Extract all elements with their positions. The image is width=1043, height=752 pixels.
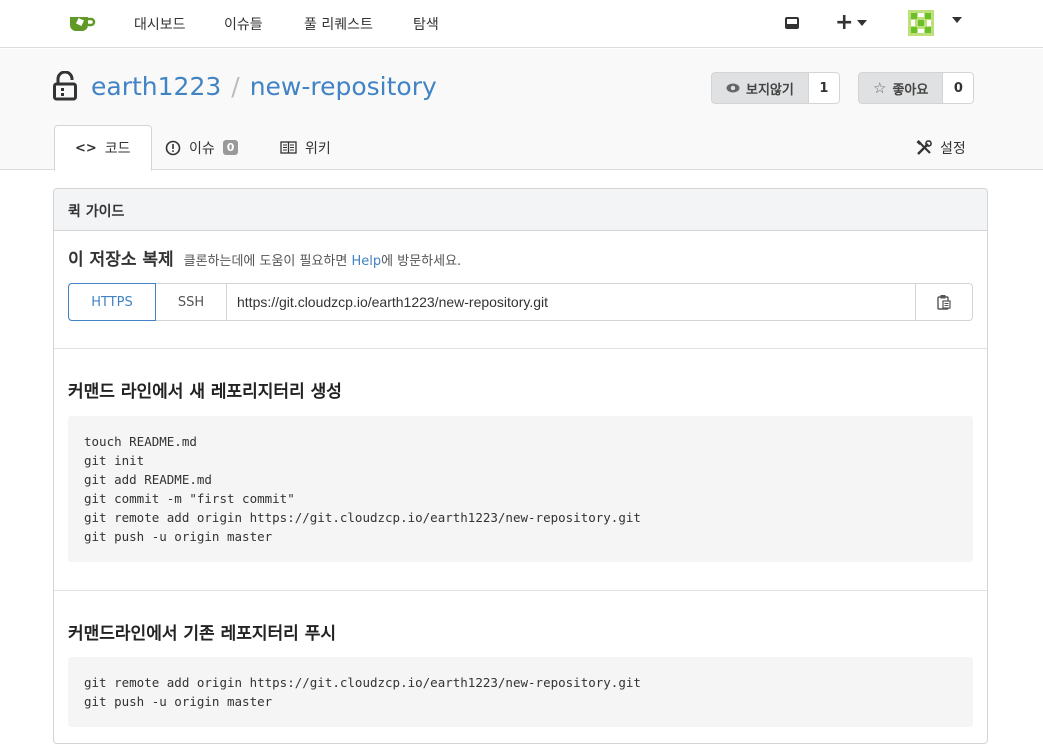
- issues-count-badge: 0: [222, 140, 239, 155]
- path-separator: /: [231, 72, 240, 101]
- nav-issues[interactable]: 이슈들: [224, 14, 263, 34]
- star-label: 좋아요: [892, 82, 929, 98]
- new-repo-title: 커맨드 라인에서 새 레포리지터리 생성: [68, 382, 342, 402]
- clone-section: 이 저장소 복제 클론하는데에 도움이 필요하면 Help에 방문하세요. HT…: [54, 231, 987, 349]
- create-new-menu[interactable]: +: [835, 10, 868, 35]
- tab-issues-label: 이슈: [189, 140, 215, 157]
- clone-url-bar: HTTPS SSH https://git.cloudzcp.io/earth1…: [68, 283, 973, 321]
- ssh-button[interactable]: SSH: [156, 284, 227, 320]
- nav-pull-requests[interactable]: 풀 리퀘스트: [304, 14, 373, 34]
- repo-name-link[interactable]: new-repository: [250, 72, 437, 101]
- top-navbar: 대시보드 이슈들 풀 리퀘스트 탐색 +: [0, 0, 1043, 48]
- unwatch-label: 보지않기: [746, 82, 794, 98]
- unwatch-button-group: 보지않기 1: [711, 72, 840, 104]
- nav-dashboard[interactable]: 대시보드: [134, 14, 186, 34]
- plus-icon: +: [835, 10, 854, 35]
- book-icon: [280, 141, 297, 154]
- tab-code[interactable]: <> 코드: [54, 125, 152, 171]
- star-icon: ☆: [873, 79, 887, 97]
- copy-url-button[interactable]: [915, 284, 972, 320]
- stars-count[interactable]: 0: [942, 72, 975, 104]
- nav-explore[interactable]: 탐색: [413, 14, 439, 34]
- clone-help-before: 클론하는데에 도움이 필요하면: [183, 254, 348, 269]
- unwatch-button[interactable]: 보지않기: [711, 72, 808, 104]
- clone-help-text: 클론하는데에 도움이 필요하면 Help에 방문하세요.: [184, 254, 462, 269]
- inbox-icon[interactable]: [783, 14, 801, 32]
- clone-title: 이 저장소 복제 클론하는데에 도움이 필요하면 Help에 방문하세요.: [68, 245, 461, 270]
- push-existing-code-block: git remote add origin https://git.cloudz…: [68, 657, 973, 727]
- repo-owner-link[interactable]: earth1223: [91, 72, 221, 101]
- tab-settings[interactable]: 설정: [916, 125, 966, 170]
- eye-icon: [726, 83, 740, 93]
- star-button[interactable]: ☆ 좋아요: [858, 72, 943, 104]
- chevron-down-icon[interactable]: [952, 17, 962, 23]
- repo-header: earth1223/new-repository 보지않기 1 ☆ 좋아요 0 …: [0, 49, 1043, 171]
- star-button-group: ☆ 좋아요 0: [858, 72, 975, 104]
- clipboard-icon: [937, 295, 951, 310]
- avatar[interactable]: [908, 10, 934, 36]
- quick-guide-panel: 퀵 가이드 이 저장소 복제 클론하는데에 도움이 필요하면 Help에 방문하…: [53, 188, 988, 744]
- push-existing-title: 커맨드라인에서 기존 레포지터리 푸시: [68, 624, 336, 644]
- clone-title-text: 이 저장소 복제: [68, 250, 174, 270]
- code-icon: <>: [75, 140, 97, 156]
- lock-icon: [53, 71, 77, 101]
- tab-code-label: 코드: [104, 141, 131, 157]
- repo-title: earth1223 / new-repository: [91, 72, 437, 101]
- new-repo-section: 커맨드 라인에서 새 레포리지터리 생성 touch README.md git…: [54, 349, 987, 590]
- push-existing-section: 커맨드라인에서 기존 레포지터리 푸시 git remote add origi…: [54, 591, 987, 743]
- clone-url-input[interactable]: https://git.cloudzcp.io/earth1223/new-re…: [227, 284, 915, 320]
- tab-wiki-label: 위키: [305, 140, 331, 157]
- watchers-count[interactable]: 1: [807, 72, 840, 104]
- issue-icon: [165, 140, 181, 155]
- tab-issues[interactable]: 이슈 0: [165, 125, 239, 170]
- clone-help-after: 에 방문하세요.: [381, 254, 462, 269]
- https-button[interactable]: HTTPS: [68, 283, 156, 321]
- quick-guide-header: 퀵 가이드: [54, 189, 987, 231]
- tab-wiki[interactable]: 위키: [280, 125, 331, 170]
- tab-settings-label: 설정: [940, 140, 966, 157]
- tools-icon: [916, 139, 932, 155]
- gitea-logo-icon[interactable]: [68, 12, 96, 34]
- help-link[interactable]: Help: [352, 254, 382, 269]
- new-repo-code-block: touch README.md git init git add README.…: [68, 416, 973, 562]
- chevron-down-icon: [857, 20, 868, 26]
